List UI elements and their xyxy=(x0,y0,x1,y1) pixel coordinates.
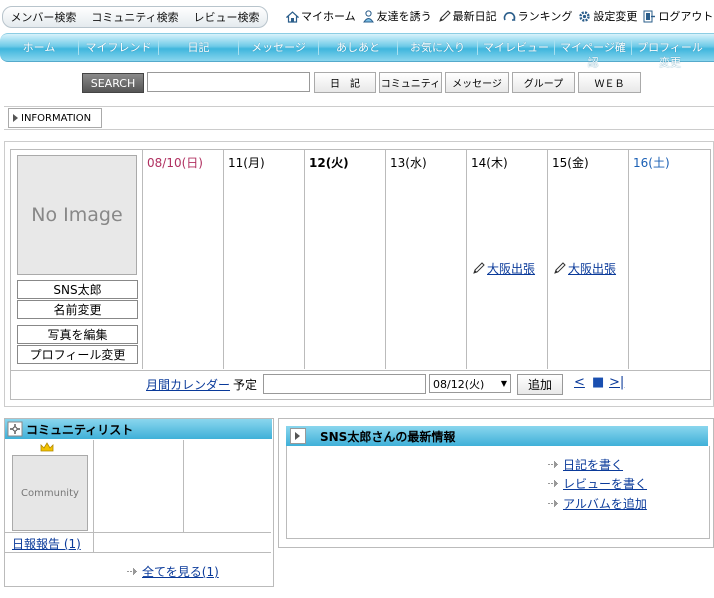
pencil-icon xyxy=(438,9,451,22)
community-grid-divider xyxy=(93,533,94,552)
community-item-link[interactable]: 日報報告 (1) xyxy=(12,535,81,552)
community-icon xyxy=(7,421,23,437)
dotted-arrow-icon xyxy=(548,500,558,507)
top-search-links: メンバー検索 コミュニティ検索 レビュー検索 xyxy=(2,6,268,28)
search-web-button[interactable]: ＷＥＢ xyxy=(578,72,641,93)
edit-photo-button[interactable]: 写真を編集 xyxy=(17,325,138,344)
pencil-icon xyxy=(473,262,485,274)
this-week-link[interactable]: ■ xyxy=(592,375,604,390)
day-header-tue: 12(火) xyxy=(309,156,349,170)
nav-home[interactable]: ホーム xyxy=(0,40,79,55)
profile-photo[interactable]: No Image xyxy=(17,155,137,275)
search-message-button[interactable]: メッセージ xyxy=(445,72,509,93)
edit-profile-button[interactable]: プロフィール変更 xyxy=(17,345,138,364)
event-osaka-trip-thu[interactable]: 大阪出張 xyxy=(487,260,535,277)
dotted-arrow-icon xyxy=(548,480,558,487)
information-tab[interactable]: INFORMATION xyxy=(8,108,102,128)
nav-my-friend[interactable]: マイフレンド xyxy=(79,40,159,55)
community-thumbnail[interactable]: Community xyxy=(12,455,88,531)
see-all-link[interactable]: 全てを見る(1) xyxy=(142,563,219,580)
nav-diary[interactable]: 日記 xyxy=(159,40,239,55)
add-album-link[interactable]: アルバムを追加 xyxy=(563,495,647,512)
day-column xyxy=(223,149,224,369)
next-week-link[interactable]: >| xyxy=(609,375,624,390)
day-header-fri: 15(金) xyxy=(552,156,589,170)
latest-info-body xyxy=(286,446,710,539)
write-review-link[interactable]: レビューを書く xyxy=(563,475,647,492)
write-diary-link[interactable]: 日記を書く xyxy=(563,456,623,473)
nav-message[interactable]: メッセージ xyxy=(239,40,319,55)
community-grid-divider xyxy=(183,440,184,532)
member-search-link[interactable]: メンバー検索 xyxy=(10,9,76,25)
write-diary-item[interactable]: 日記を書く xyxy=(548,456,623,473)
search-group-button[interactable]: グループ xyxy=(512,72,575,93)
day-header-sat: 16(土) xyxy=(633,156,670,170)
nav-profile-edit[interactable]: プロフィール変更 xyxy=(632,40,708,69)
triangle-right-icon xyxy=(13,114,18,122)
change-name-button[interactable]: 名前変更 xyxy=(17,300,138,319)
search-community-button[interactable]: コミュニティ xyxy=(379,72,442,93)
top-links: マイホーム 友達を誘う 最新日記 ランキング 設定変更 ログアウト xyxy=(286,5,714,27)
day-header-mon: 11(月) xyxy=(228,156,265,170)
gear-icon xyxy=(579,10,591,22)
crown-icon xyxy=(40,442,54,452)
day-header-wed: 13(水) xyxy=(390,156,427,170)
review-search-link[interactable]: レビュー検索 xyxy=(194,9,260,25)
community-grid-divider xyxy=(93,440,94,532)
settings-link[interactable]: 設定変更 xyxy=(578,8,637,24)
profile-name: SNS太郎 xyxy=(17,280,138,299)
day-header-sun: 08/10(日) xyxy=(147,156,203,170)
plan-label: 予定 xyxy=(233,378,258,392)
day-column xyxy=(547,149,548,369)
logout-link[interactable]: ログアウト xyxy=(643,8,713,24)
calendar-event[interactable]: 大阪出張 xyxy=(472,260,535,277)
ranking-icon xyxy=(503,11,516,21)
my-home-link[interactable]: マイホーム xyxy=(286,8,356,24)
day-column xyxy=(304,149,305,369)
community-list-header: コミュニティリスト xyxy=(5,419,272,439)
latest-info-title: SNS太郎さんの最新情報 xyxy=(320,429,456,444)
date-select[interactable]: 08/12(火) ▼ xyxy=(429,374,511,393)
pencil-icon xyxy=(554,262,566,274)
community-search-link[interactable]: コミュニティ検索 xyxy=(91,9,178,25)
search-input[interactable] xyxy=(147,72,310,92)
nav-mypage-check[interactable]: マイページ確認 xyxy=(555,40,632,69)
calendar-event[interactable]: 大阪出張 xyxy=(553,260,616,277)
no-image-text: No Image xyxy=(31,204,123,226)
day-column xyxy=(466,149,467,369)
triangle-right-icon xyxy=(290,428,306,444)
day-column xyxy=(385,149,386,369)
day-header-thu: 14(木) xyxy=(471,156,508,170)
day-column xyxy=(142,149,143,369)
invite-friend-link[interactable]: 友達を誘う xyxy=(362,8,432,24)
home-icon xyxy=(286,10,299,23)
prev-week-link[interactable]: < xyxy=(574,375,585,390)
event-osaka-trip-fri[interactable]: 大阪出張 xyxy=(568,260,616,277)
see-all-communities[interactable]: 全てを見る(1) xyxy=(127,563,219,580)
search-button[interactable]: SEARCH xyxy=(82,73,144,93)
dotted-arrow-icon xyxy=(127,568,137,575)
nav-favorites[interactable]: お気に入り xyxy=(398,40,478,55)
information-area xyxy=(4,106,714,130)
dropdown-arrow-icon: ▼ xyxy=(500,379,507,388)
nav-my-review[interactable]: マイレビュー xyxy=(478,40,555,55)
ranking-link[interactable]: ランキング xyxy=(503,8,572,24)
invite-friend-icon xyxy=(362,9,374,22)
logout-icon xyxy=(643,10,656,22)
add-plan-button[interactable]: 追加 xyxy=(517,374,563,395)
plan-input[interactable] xyxy=(263,374,426,394)
write-review-item[interactable]: レビューを書く xyxy=(548,475,647,492)
dotted-arrow-icon xyxy=(548,461,558,468)
add-album-item[interactable]: アルバムを追加 xyxy=(548,495,647,512)
latest-info-header: SNS太郎さんの最新情報 xyxy=(286,426,708,446)
search-diary-button[interactable]: 日 記 xyxy=(314,72,376,93)
latest-diary-link[interactable]: 最新日記 xyxy=(438,8,497,24)
day-column xyxy=(628,149,629,369)
main-nav: ホーム マイフレンド 日記 メッセージ あしあと お気に入り マイレビュー マイ… xyxy=(0,33,714,69)
monthly-calendar-link[interactable]: 月間カレンダー xyxy=(146,376,230,393)
community-list-title: コミュニティリスト xyxy=(26,422,134,437)
nav-footprints[interactable]: あしあと xyxy=(319,40,398,55)
